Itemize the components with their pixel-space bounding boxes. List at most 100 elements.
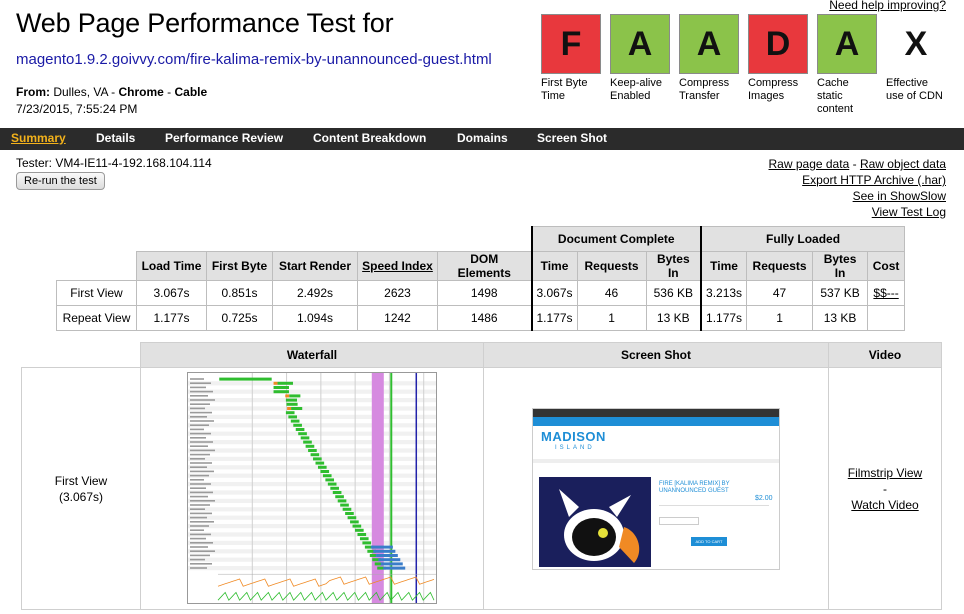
site-menu [533, 458, 779, 463]
waterfall-row-stripe [188, 381, 436, 386]
col-speed-index[interactable]: Speed Index [357, 251, 438, 281]
grade-letter: A [817, 14, 877, 74]
grade-label: Cache static content [817, 77, 854, 115]
waterfall-row-label [190, 495, 208, 498]
waterfall-row-stripe [188, 440, 436, 445]
site-topbar [533, 408, 779, 417]
cost-link[interactable]: $$--- [867, 280, 906, 306]
waterfall-row-stripe [188, 406, 436, 411]
links-separator: - [852, 157, 857, 171]
connection-text: Cable [174, 85, 208, 99]
option-select [659, 516, 699, 525]
export-har-link[interactable]: Export HTTP Archive (.har) [802, 173, 946, 187]
waterfall-request-bar [345, 512, 354, 515]
waterfall-request-bar [352, 524, 362, 528]
waterfall-row-label [190, 516, 207, 519]
waterfall-row-label [190, 542, 213, 544]
watch-video-link[interactable]: Watch Video [851, 498, 918, 512]
waterfall-request-bar [330, 486, 339, 490]
grade-compress-transfer[interactable]: A Compress Transfer [679, 14, 739, 103]
waterfall-row-label [190, 428, 204, 431]
waterfall-request-bar [320, 470, 330, 473]
waterfall-request-bar [305, 444, 315, 448]
col-doc-bytes: Bytes In [645, 251, 702, 281]
col-start-render: Start Render [272, 251, 358, 281]
raw-object-data-link[interactable]: Raw object data [860, 157, 946, 171]
waterfall-row-label [190, 441, 213, 443]
grade-first-byte[interactable]: F First Byte Time [541, 14, 601, 103]
tab-content-breakdown[interactable]: Content Breakdown [313, 131, 426, 145]
waterfall-row-stripe [188, 473, 436, 478]
product-image [539, 476, 651, 567]
add-to-cart-button: ADD TO CART [691, 536, 727, 546]
waterfall-request-bar [327, 482, 337, 486]
col-doc-requests: Requests [576, 251, 647, 281]
screenshot-header: Screen Shot [483, 342, 829, 368]
waterfall-request-bar [308, 449, 317, 452]
waterfall-request-bar [315, 461, 325, 465]
raw-page-data-link[interactable]: Raw page data [769, 157, 850, 171]
grade-cache-static[interactable]: A Cache static content [817, 14, 877, 116]
waterfall-row-stripe [188, 540, 436, 545]
video-cell: Filmstrip View - Watch Video [828, 367, 942, 610]
waterfall-row-label [190, 445, 208, 447]
tab-summary[interactable]: Summary [11, 131, 66, 145]
waterfall-row-label [190, 407, 205, 410]
waterfall-row-label [190, 453, 210, 456]
waterfall-thumbnail[interactable] [187, 372, 437, 604]
waterfall-row-stripe [188, 532, 436, 537]
screenshot-cell: MADISON ISLAND FIRE [KALIMA REMIX] BY UN… [483, 367, 829, 610]
location-text: Dulles, VA [53, 85, 108, 99]
grade-letter: A [610, 14, 670, 74]
waterfall-row-stripe [188, 423, 436, 428]
help-improving-link[interactable]: Need help improving? [829, 0, 946, 12]
waterfall-row-label [190, 537, 206, 540]
col-first-byte: First Byte [206, 251, 273, 281]
tab-screen-shot[interactable]: Screen Shot [537, 131, 607, 145]
waterfall-request-bar [303, 440, 312, 444]
divider [659, 504, 769, 506]
waterfall-request-bar [350, 520, 359, 524]
test-log-link[interactable]: View Test Log [872, 205, 946, 219]
filmstrip-view-link[interactable]: Filmstrip View [848, 466, 922, 480]
grade-cdn[interactable]: X Effective use of CDN [886, 14, 946, 103]
waterfall-request-bar [291, 407, 303, 410]
waterfall-request-bar [357, 533, 367, 536]
col-full-time: Time [700, 251, 748, 281]
tested-url-link[interactable]: magento1.9.2.goivvy.com/fire-kalima-remi… [16, 51, 492, 68]
grade-keep-alive[interactable]: A Keep-alive Enabled [610, 14, 670, 103]
waterfall-request-bar [288, 415, 297, 419]
main-nav: Summary Details Performance Review Conte… [0, 128, 964, 150]
product-art [559, 488, 640, 563]
waterfall-row-label [190, 432, 211, 435]
first-view-label: First View (3.067s) [21, 367, 141, 610]
grade-label: First Byte Time [541, 77, 588, 102]
tab-domains[interactable]: Domains [457, 131, 508, 145]
grade-letter: X [886, 14, 946, 74]
waterfall-row-stripe [188, 507, 436, 512]
cell: 0.851s [206, 280, 273, 306]
waterfall-request-bar [289, 394, 301, 398]
showslow-link[interactable]: See in ShowSlow [853, 189, 946, 203]
waterfall-cpu-graph [217, 576, 435, 587]
col-dom-elements: DOM Elements [437, 251, 532, 281]
waterfall-row-label [190, 525, 209, 527]
waterfall-row-label [190, 424, 209, 426]
col-full-bytes: Bytes In [812, 251, 869, 281]
waterfall-request-bar [347, 516, 357, 520]
waterfall-chart [188, 373, 436, 603]
waterfall-row-label [190, 395, 208, 397]
grade-compress-images[interactable]: D Compress Images [748, 14, 808, 103]
rerun-test-button[interactable]: Re-run the test [16, 172, 105, 190]
screenshot-thumbnail[interactable]: MADISON ISLAND FIRE [KALIMA REMIX] BY UN… [532, 407, 780, 570]
cell: 47 [746, 280, 814, 306]
waterfall-row-label [190, 504, 210, 506]
waterfall-header: Waterfall [140, 342, 484, 368]
tab-details[interactable]: Details [96, 131, 135, 145]
tab-performance-review[interactable]: Performance Review [165, 131, 283, 145]
waterfall-row-stripe [188, 431, 436, 436]
col-doc-time: Time [530, 251, 578, 281]
waterfall-request-bar [337, 499, 347, 503]
grade-label: Keep-alive Enabled [610, 77, 662, 102]
grade-letter: F [541, 14, 601, 74]
